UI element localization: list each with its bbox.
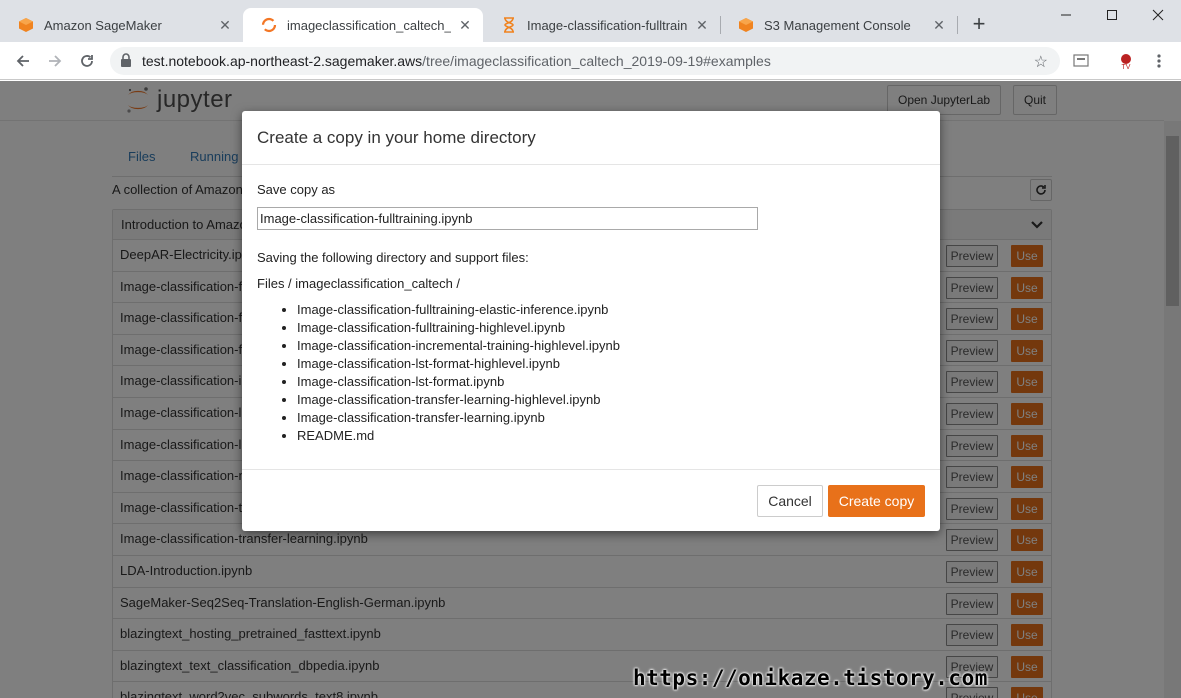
close-icon[interactable]: ✕ <box>931 17 947 34</box>
lock-icon <box>120 52 132 70</box>
close-icon[interactable]: ✕ <box>217 17 233 34</box>
support-file-item: Image-classification-incremental-trainin… <box>297 337 620 355</box>
support-file-item: Image-classification-lst-format.ipynb <box>297 373 620 391</box>
new-tab-button[interactable]: + <box>966 12 992 38</box>
copy-name-input[interactable] <box>257 207 758 230</box>
reload-icon[interactable] <box>76 50 98 72</box>
tab-title: imageclassification_caltech_2019 <box>287 17 451 33</box>
watermark-text: https://onikaze.tistory.com <box>633 666 988 690</box>
create-copy-button[interactable]: Create copy <box>828 485 925 517</box>
browser-tab-imageclassification[interactable]: imageclassification_caltech_2019 ✕ <box>243 8 483 42</box>
saving-description: Saving the following directory and suppo… <box>257 250 529 265</box>
tab-separator <box>957 16 958 34</box>
close-icon[interactable]: ✕ <box>694 17 710 34</box>
bookmark-star-icon[interactable]: ☆ <box>1034 52 1048 72</box>
extension-icon[interactable] <box>1072 52 1090 70</box>
support-file-item: README.md <box>297 427 620 445</box>
copy-dialog: Create a copy in your home directory Sav… <box>242 111 940 531</box>
dialog-title: Create a copy in your home directory <box>242 111 940 165</box>
back-arrow-icon[interactable] <box>12 50 34 72</box>
aws-icon <box>738 17 754 33</box>
browser-tab-s3[interactable]: S3 Management Console ✕ <box>720 8 957 42</box>
tab-title: Amazon SageMaker <box>44 17 162 33</box>
hourglass-icon <box>501 17 517 33</box>
tab-title: Image-classification-fulltraining <box>527 17 688 33</box>
sagemaker-icon <box>18 17 34 33</box>
minimize-icon[interactable] <box>1043 0 1089 30</box>
close-window-icon[interactable] <box>1135 0 1181 30</box>
browser-tab-fulltraining[interactable]: Image-classification-fulltraining ✕ <box>483 8 720 42</box>
close-icon[interactable]: ✕ <box>457 17 473 34</box>
support-file-list: Image-classification-fulltraining-elasti… <box>297 301 620 445</box>
dialog-footer: Cancel Create copy <box>242 469 940 531</box>
tv-extension-icon[interactable]: TV <box>1117 52 1135 70</box>
svg-text:TV: TV <box>1122 64 1131 70</box>
support-file-item: Image-classification-lst-format-highleve… <box>297 355 620 373</box>
url-host: test.notebook.ap-northeast-2.sagemaker.a… <box>142 53 423 69</box>
tab-title: S3 Management Console <box>764 17 911 33</box>
browser-tab-sagemaker[interactable]: Amazon SageMaker ✕ <box>0 8 243 42</box>
directory-path: Files / imageclassification_caltech / <box>257 276 461 291</box>
url-bar[interactable]: test.notebook.ap-northeast-2.sagemaker.a… <box>110 47 1060 75</box>
menu-kebab-icon[interactable] <box>1150 52 1168 70</box>
support-file-item: Image-classification-fulltraining-highle… <box>297 319 620 337</box>
save-copy-label: Save copy as <box>257 182 336 197</box>
address-bar-row: test.notebook.ap-northeast-2.sagemaker.a… <box>0 42 1181 80</box>
maximize-icon[interactable] <box>1089 0 1135 30</box>
jupyter-icon <box>261 17 277 33</box>
support-file-item: Image-classification-transfer-learning-h… <box>297 391 620 409</box>
support-file-item: Image-classification-transfer-learning.i… <box>297 409 620 427</box>
cancel-button[interactable]: Cancel <box>757 485 823 517</box>
support-file-item: Image-classification-fulltraining-elasti… <box>297 301 620 319</box>
forward-arrow-icon[interactable] <box>44 50 66 72</box>
url-path: /tree/imageclassification_caltech_2019-0… <box>422 53 771 69</box>
browser-tab-bar: Amazon SageMaker ✕ imageclassification_c… <box>0 0 1181 42</box>
